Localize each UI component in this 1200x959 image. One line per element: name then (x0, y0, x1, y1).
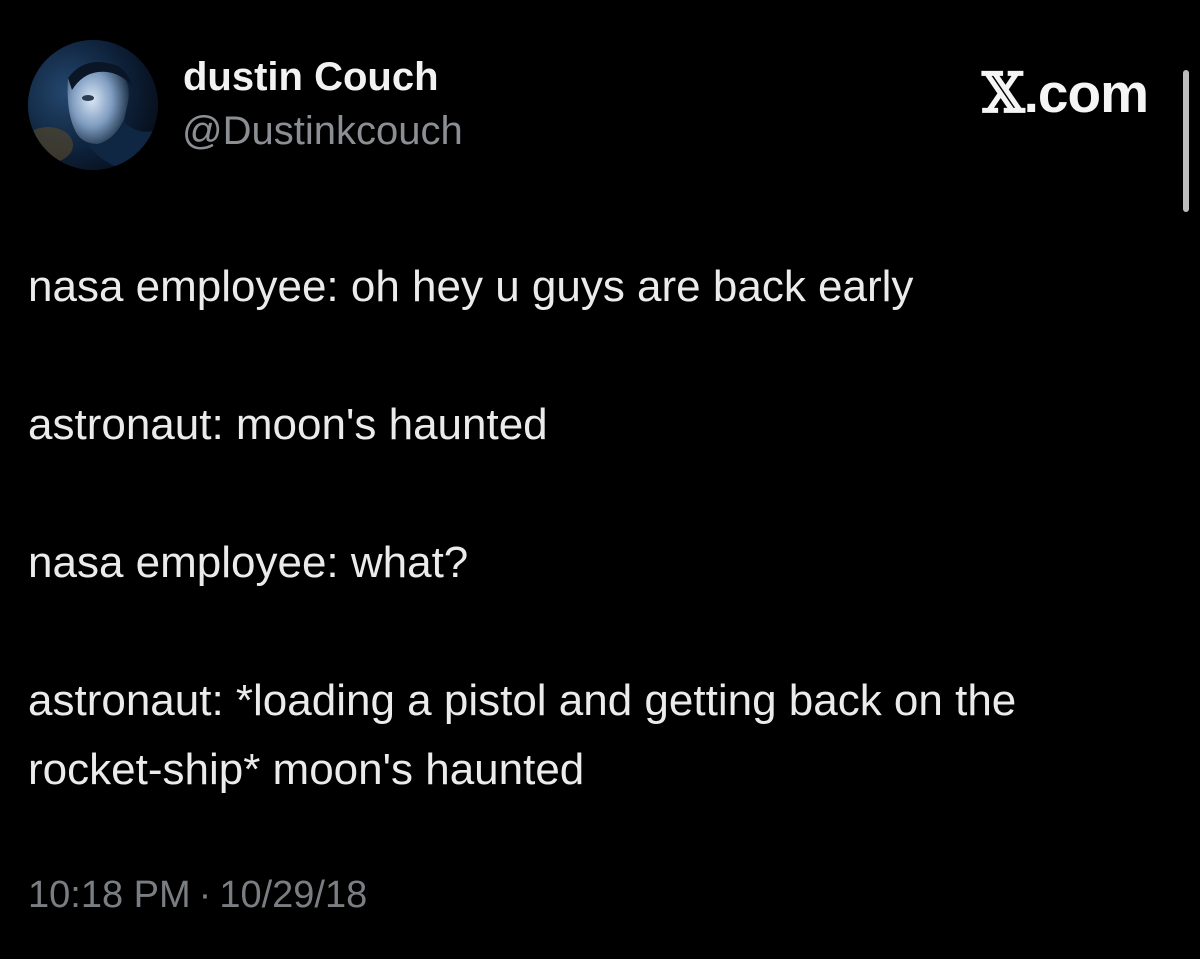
avatar-photo-icon (28, 40, 158, 170)
tweet-text: nasa employee: oh hey u guys are back ea… (28, 252, 1148, 804)
tweet-date: 10/29/18 (219, 874, 368, 916)
separator-dot: · (198, 874, 212, 916)
tweet-timestamp[interactable]: 10:18 PM · 10/29/18 (28, 874, 367, 917)
brand-suffix: .com (1023, 62, 1149, 124)
tweet-line: astronaut: moon's haunted (28, 400, 548, 449)
tweet-card: dustin Couch @Dustinkcouch 𝕏.com nasa em… (0, 0, 1200, 959)
tweet-line: nasa employee: oh hey u guys are back ea… (28, 262, 914, 311)
avatar[interactable] (28, 40, 158, 170)
x-logo-icon: 𝕏.com (981, 60, 1149, 125)
tweet-time: 10:18 PM (28, 874, 191, 916)
tweet-line: astronaut: *loading a pistol and getting… (28, 676, 1017, 794)
author-handle[interactable]: @Dustinkcouch (182, 109, 463, 154)
author-display-name[interactable]: dustin Couch (183, 55, 439, 100)
scrollbar[interactable] (1183, 70, 1189, 212)
tweet-line: nasa employee: what? (28, 538, 469, 587)
x-glyph: 𝕏 (981, 60, 1025, 125)
